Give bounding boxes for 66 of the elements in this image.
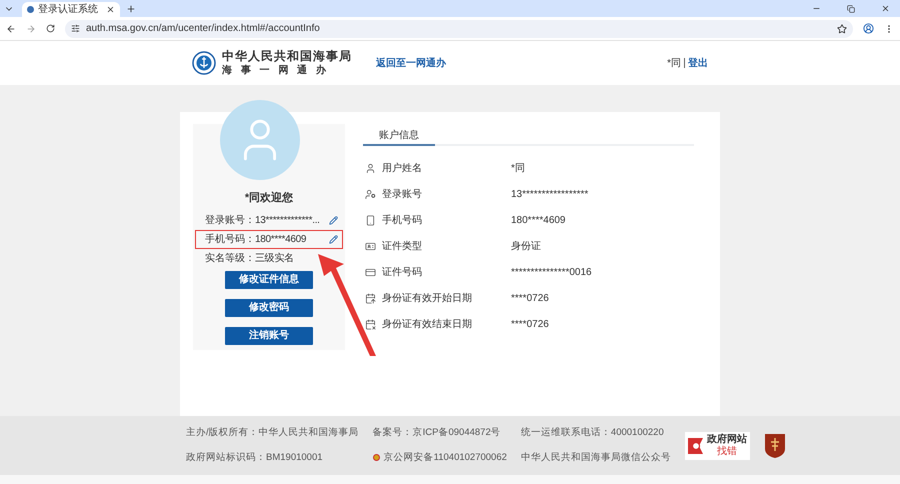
field-label: 登录账号：	[205, 214, 255, 228]
info-row-icon	[365, 240, 376, 252]
action-button[interactable]: 修改证件信息	[225, 270, 313, 288]
action-button[interactable]: 注销账号	[225, 326, 313, 344]
info-row-icon	[365, 318, 376, 330]
field-label: 手机号码：	[205, 232, 255, 246]
back-link[interactable]: 返回至一网通办	[376, 56, 446, 70]
info-row-icon	[365, 188, 376, 200]
info-row-icon	[365, 292, 376, 304]
info-row-icon	[365, 162, 376, 174]
org-subtitle: 海 事 一 网 通 办	[222, 66, 330, 76]
info-value: *同	[511, 162, 525, 176]
address-bar[interactable]: auth.msa.gov.cn/am/ucenter/index.html#/accountInfo	[65, 20, 853, 38]
action-button[interactable]: 修改密码	[225, 298, 313, 316]
field-value: 180****4609	[255, 232, 308, 246]
info-value: ****0726	[511, 318, 549, 332]
new-tab-icon[interactable]	[126, 4, 136, 14]
back-icon[interactable]	[6, 24, 16, 34]
close-icon[interactable]	[106, 5, 115, 14]
site-info-icon[interactable]	[71, 24, 80, 33]
browser-tab[interactable]: 登录认证系统	[22, 2, 120, 17]
info-value: 身份证	[511, 240, 541, 254]
info-label: 登录账号	[382, 188, 423, 202]
info-value: ****0726	[511, 292, 549, 306]
close-window-icon[interactable]	[881, 4, 890, 13]
footer-text: 中华人民共和国海事局微信公众号	[520, 450, 671, 464]
edit-icon[interactable]	[329, 216, 338, 224]
info-row-icon	[365, 266, 376, 278]
info-label: 手机号码	[382, 214, 423, 228]
info-label: 用户姓名	[382, 162, 423, 176]
info-tab[interactable]: 账户信息	[363, 126, 435, 146]
info-value: 13*****************	[511, 188, 588, 202]
info-value: 180****4609	[511, 214, 566, 228]
emblem-logo	[192, 51, 216, 75]
tab-title: 登录认证系统	[38, 4, 99, 14]
field-value: 三级实名	[255, 252, 295, 266]
footer-text: 政府网站标识码：BM19010001	[186, 450, 323, 464]
gov-site-badge[interactable]: 政府网站 找错	[684, 432, 750, 460]
reload-icon[interactable]	[46, 24, 55, 33]
info-row-icon	[365, 214, 376, 226]
forward-icon[interactable]	[26, 24, 36, 34]
party-emblem-icon	[764, 432, 786, 458]
info-label: 证件类型	[382, 240, 423, 254]
magnifier-flag-icon	[688, 436, 704, 454]
welcome-text: *同欢迎您	[244, 190, 294, 206]
footer-text: 主办/版权所有：中华人民共和国海事局	[186, 426, 359, 440]
info-label: 证件号码	[382, 266, 423, 280]
field-label: 实名等级：	[205, 252, 255, 266]
logout-link[interactable]: 登出	[688, 56, 708, 70]
info-label: 身份证有效结束日期	[382, 318, 473, 332]
org-name: 中华人民共和国海事局	[222, 50, 352, 62]
url-text: auth.msa.gov.cn/am/ucenter/index.html#/accountInfo	[86, 22, 321, 36]
footer-text: 备案号：京ICP备09044872号	[372, 426, 501, 440]
profile-icon[interactable]	[863, 23, 874, 34]
bookmark-icon[interactable]	[837, 24, 847, 34]
user-name: *同	[667, 56, 681, 70]
field-value: 13*************...	[255, 214, 321, 228]
badge-title: 政府网站	[706, 434, 747, 444]
footer-text: 统一运维联系电话：4000100220	[520, 426, 664, 440]
favicon-icon	[27, 6, 34, 13]
edit-icon[interactable]	[329, 234, 338, 244]
restore-icon[interactable]	[847, 5, 855, 13]
footer-text: 京公网安备11040102700062	[384, 450, 507, 464]
info-label: 身份证有效开始日期	[382, 292, 473, 306]
badge-subtitle: 找错	[716, 446, 737, 456]
info-value: ***************0016	[511, 266, 592, 280]
